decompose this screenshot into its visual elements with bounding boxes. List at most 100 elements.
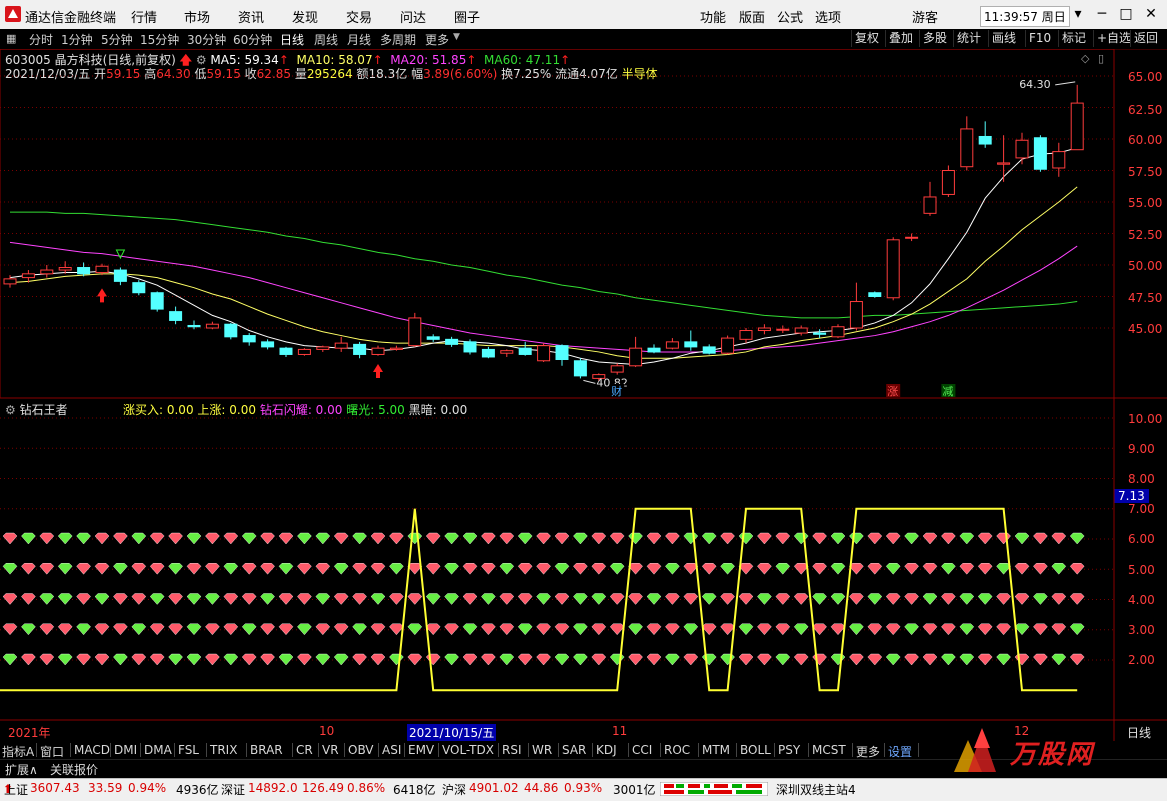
btn-biaoji[interactable]: 标记 xyxy=(1058,30,1089,47)
diamond-icon xyxy=(591,623,607,636)
btn-diejia[interactable]: 叠加 xyxy=(885,30,916,47)
menu-quanzi[interactable]: 圈子 xyxy=(454,7,480,26)
tab-weekly[interactable]: 周线 xyxy=(314,31,338,48)
indicator-tab[interactable]: EMV xyxy=(408,743,434,757)
candle-body xyxy=(224,323,238,338)
indicator-tab[interactable]: BRAR xyxy=(250,743,283,757)
candle-body xyxy=(58,267,72,271)
user-guest[interactable]: 游客 xyxy=(912,7,938,26)
indicator-tab[interactable]: TRIX xyxy=(210,743,237,757)
diamond-icon xyxy=(591,653,607,666)
diamond-icon xyxy=(959,563,975,575)
menu-gongshi[interactable]: 公式 xyxy=(777,7,803,26)
diamond-icon xyxy=(352,653,367,666)
btn-f10[interactable]: F10 xyxy=(1025,30,1054,47)
tab-fenshi[interactable]: 分时 xyxy=(29,31,53,48)
diamond-icon xyxy=(499,563,515,575)
menu-hangqing[interactable]: 行情 xyxy=(131,7,157,26)
menu-banmian[interactable]: 版面 xyxy=(739,7,765,26)
diamond-icon xyxy=(352,532,367,545)
btn-fuquan[interactable]: 复权 xyxy=(851,30,882,47)
indicator-tab[interactable]: KDJ xyxy=(596,743,617,757)
indicator-tab[interactable]: WR xyxy=(532,743,552,757)
tab-30min[interactable]: 30分钟 xyxy=(187,31,226,48)
diamond-icon xyxy=(977,623,993,636)
indicator-tab[interactable]: MTM xyxy=(702,743,730,757)
grid-icon[interactable]: ▦ xyxy=(6,32,16,45)
menu-zixun[interactable]: 资讯 xyxy=(238,7,264,26)
maximize-icon[interactable]: □ xyxy=(1114,4,1138,24)
diamond-icon xyxy=(922,532,938,545)
tab-separator xyxy=(852,743,853,757)
indicator-tab[interactable]: 窗口 xyxy=(40,743,64,760)
diamond-icon xyxy=(573,532,588,545)
candle-body xyxy=(739,330,753,340)
diamond-icon xyxy=(444,532,459,545)
tab-daily[interactable]: 日线 xyxy=(280,31,304,48)
close-icon[interactable]: ✕ xyxy=(1139,4,1163,24)
menu-xuanxiang[interactable]: 选项 xyxy=(815,7,841,26)
related-quotes-button[interactable]: 关联报价 xyxy=(50,761,98,778)
tab-60min[interactable]: 60分钟 xyxy=(233,31,272,48)
indicator-tab[interactable]: PSY xyxy=(778,743,800,757)
btn-huaxian[interactable]: 画线 xyxy=(988,30,1019,47)
diamond-icon xyxy=(609,593,625,605)
menu-wenda[interactable]: 问达 xyxy=(400,7,426,26)
chart-canvas[interactable]: 64.3040.82财涨减 xyxy=(0,49,1167,741)
indicator-tab[interactable]: ASI xyxy=(382,743,401,757)
indicator-tab[interactable]: FSL xyxy=(178,743,199,757)
indicator-tab[interactable]: BOLL xyxy=(740,743,771,757)
indicator-tab[interactable]: MACD xyxy=(74,743,110,757)
diamond-icon xyxy=(260,532,275,545)
btn-tongji[interactable]: 统计 xyxy=(953,30,984,47)
window-menu-icon[interactable]: ▾ xyxy=(1066,4,1090,24)
btn-add-favorite[interactable]: +自选 xyxy=(1093,30,1134,47)
tab-more[interactable]: 更多 xyxy=(425,31,449,48)
btn-duogu[interactable]: 多股 xyxy=(919,30,950,47)
menu-jiaoyi[interactable]: 交易 xyxy=(346,7,372,26)
indicator-tab[interactable]: RSI xyxy=(502,743,522,757)
more-dropdown-icon[interactable]: ▼ xyxy=(453,32,460,42)
diamond-icon xyxy=(867,653,883,666)
expand-button[interactable]: 扩展∧ xyxy=(5,761,38,778)
diamond-icon xyxy=(113,563,128,575)
sz-label[interactable]: 深证 xyxy=(221,781,245,798)
diamond-icon xyxy=(701,532,717,545)
diamond-icon xyxy=(793,653,809,666)
indicator-tab[interactable]: 更多 xyxy=(856,743,880,760)
tab-monthly[interactable]: 月线 xyxy=(347,31,371,48)
tab-multi-period[interactable]: 多周期 xyxy=(380,31,416,48)
tab-15min[interactable]: 15分钟 xyxy=(140,31,179,48)
diamond-icon xyxy=(462,563,478,575)
indicator-tab[interactable]: CCI xyxy=(632,743,652,757)
minimize-icon[interactable]: ─ xyxy=(1090,4,1114,24)
btn-back[interactable]: 返回 xyxy=(1130,30,1161,47)
indicator-tab[interactable]: MCST xyxy=(812,743,846,757)
indicator-tab[interactable]: VOL-TDX xyxy=(442,743,494,757)
candle xyxy=(537,343,551,363)
diamond-icon xyxy=(407,593,423,605)
diamond-icon xyxy=(701,593,717,605)
diamond-icon xyxy=(849,623,864,636)
menu-gongneng[interactable]: 功能 xyxy=(700,7,726,26)
indicator-tab[interactable]: SAR xyxy=(562,743,586,757)
indicator-tab[interactable]: CR xyxy=(296,743,313,757)
server-name[interactable]: 深圳双线主站4 xyxy=(776,781,856,798)
diamond-icon xyxy=(333,623,349,636)
sh-label[interactable]: 上证 xyxy=(4,781,28,798)
indicator-tab[interactable]: OBV xyxy=(348,743,374,757)
menu-faxian[interactable]: 发现 xyxy=(292,7,318,26)
menu-shichang[interactable]: 市场 xyxy=(184,7,210,26)
indicator-tab[interactable]: 指标A xyxy=(2,743,34,760)
diamond-icon xyxy=(1033,563,1048,575)
hs-label[interactable]: 沪深 xyxy=(442,781,466,798)
indicator-tab[interactable]: 设置 xyxy=(888,743,912,760)
indicator-tab[interactable]: DMI xyxy=(114,743,137,757)
indicator-tab[interactable]: VR xyxy=(322,743,339,757)
diamond-icon xyxy=(885,593,901,605)
tab-1min[interactable]: 1分钟 xyxy=(61,31,93,48)
indicator-tab[interactable]: ROC xyxy=(664,743,690,757)
candle-body xyxy=(261,341,275,348)
indicator-tab[interactable]: DMA xyxy=(144,743,172,757)
tab-5min[interactable]: 5分钟 xyxy=(101,31,133,48)
